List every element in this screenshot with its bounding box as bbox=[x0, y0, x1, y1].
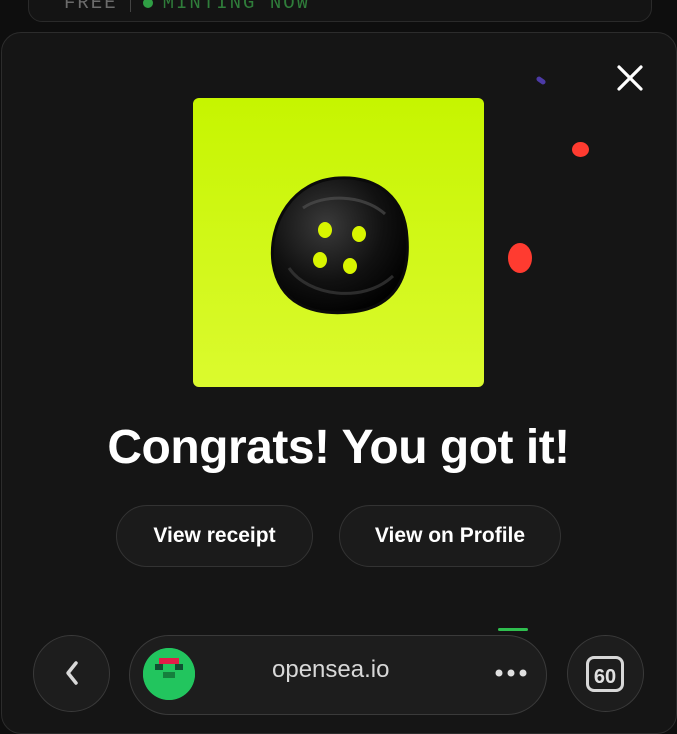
button-artwork-icon bbox=[270, 176, 409, 315]
drop-status-row: FREE MINTING NOW bbox=[64, 0, 310, 14]
divider bbox=[129, 0, 131, 12]
view-on-profile-button[interactable]: View on Profile bbox=[339, 505, 561, 567]
congrats-title: Congrats! You got it! bbox=[107, 421, 570, 474]
nft-artwork bbox=[193, 98, 484, 387]
more-horizontal-icon bbox=[495, 669, 527, 677]
status-dot-icon bbox=[142, 0, 153, 8]
site-favicon bbox=[143, 648, 195, 700]
active-indicator bbox=[498, 628, 528, 631]
close-icon bbox=[617, 65, 643, 91]
chevron-left-icon bbox=[66, 661, 78, 685]
price-label: FREE bbox=[64, 0, 118, 14]
tab-count: 60 bbox=[586, 656, 624, 692]
confetti-piece bbox=[508, 243, 532, 273]
close-button[interactable] bbox=[614, 62, 646, 94]
minting-status: MINTING NOW bbox=[162, 0, 311, 14]
confetti-piece bbox=[572, 142, 589, 157]
pixel-avatar-icon bbox=[143, 648, 195, 700]
more-options-button[interactable] bbox=[494, 664, 528, 678]
back-button[interactable] bbox=[33, 635, 110, 712]
view-receipt-button[interactable]: View receipt bbox=[116, 505, 313, 567]
